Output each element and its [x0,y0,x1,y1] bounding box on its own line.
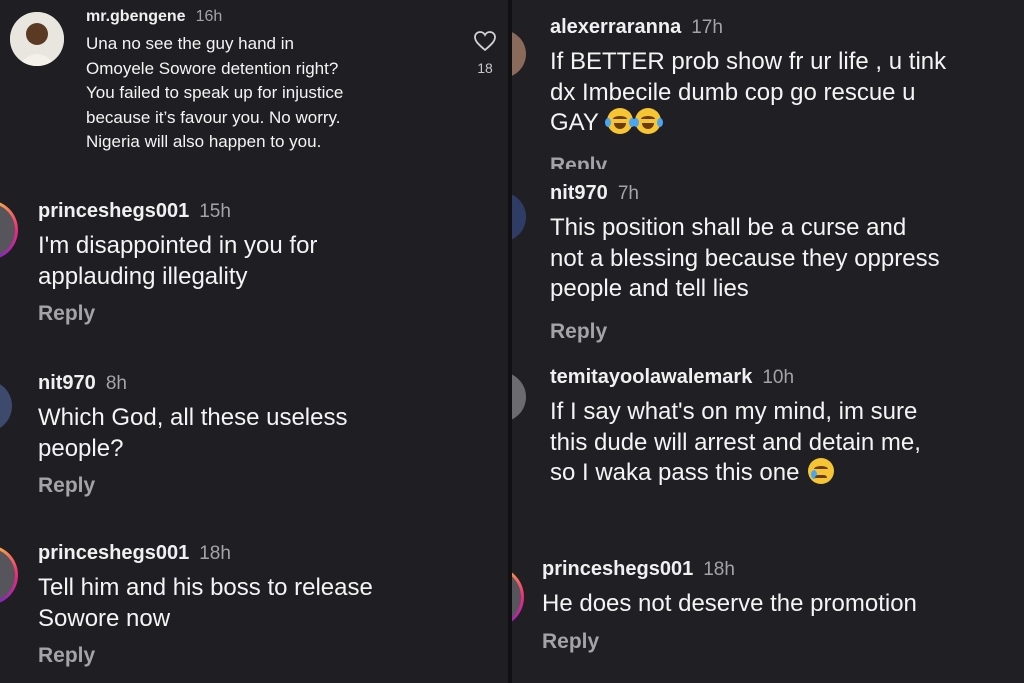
comment: princeshegs001 15h I'm disappointed in y… [38,200,498,326]
like-button[interactable]: 18 [473,30,497,76]
comment-text: If BETTER prob show fr ur life , u tink … [550,48,947,136]
reply-button[interactable]: Reply [38,474,95,498]
comment: mr.gbengene 16h Una no see the guy hand … [86,8,486,155]
comment-username[interactable]: alexerraranna [550,16,681,39]
reply-button[interactable]: Reply [38,302,95,326]
avatar[interactable] [512,192,526,242]
face-with-tears-of-joy-emoji [633,108,664,134]
reply-button[interactable]: Reply [38,644,95,668]
comment-username[interactable]: temitayoolawalemark [550,366,752,389]
comment-text: He does not deserve the promotion [542,590,917,617]
comment-text: If I say what's on my mind, im sure this… [550,398,921,486]
comment: nit970 7h This position shall be a curse… [550,182,1020,305]
profile-photo-icon [10,12,64,66]
crying-face-emoji [808,458,835,484]
reply-button[interactable]: Reply [550,154,607,169]
comment-timestamp: 18h [703,559,735,580]
comment-timestamp: 8h [105,373,127,394]
heart-icon [474,31,496,52]
comment-timestamp: 10h [762,367,795,388]
comment-username[interactable]: nit970 [550,182,608,205]
face-with-tears-of-joy-emoji [605,108,636,134]
comment: princeshegs001 18h He does not deserve t… [542,558,1022,654]
comment-username[interactable]: princeshegs001 [38,200,189,223]
comment: nit970 8h Which God, all these useless p… [38,372,498,498]
avatar[interactable] [10,12,64,66]
comment: alexerraranna 17h If BETTER prob show fr… [550,16,1020,139]
right-comment-panel: alexerraranna 17h If BETTER prob show fr… [512,0,1024,683]
avatar[interactable] [0,380,12,432]
reply-clip: Reply [550,320,607,344]
comment-username[interactable]: mr.gbengene [86,8,186,26]
comment-text: Tell him and his boss to release Sowore … [38,574,373,632]
comment-text: This position shall be a curse and not a… [550,214,940,302]
comment-text: Which God, all these useless people? [38,404,348,462]
comment: temitayoolawalemark 10h If I say what's … [550,366,1020,489]
comment-username[interactable]: princeshegs001 [38,542,189,565]
avatar[interactable] [512,566,524,628]
reply-button[interactable]: Reply [542,630,599,654]
comment-timestamp: 18h [199,543,231,564]
comment-timestamp: 16h [195,8,223,25]
like-count: 18 [477,60,493,76]
comment-text: Una no see the guy hand in Omoyele Sowor… [86,34,344,151]
comment-username[interactable]: princeshegs001 [542,558,693,581]
avatar[interactable] [512,372,526,422]
comment-timestamp: 7h [617,183,639,204]
comment-text: I'm disappointed in you for applauding i… [38,232,318,290]
avatar[interactable] [0,200,18,260]
left-comment-panel: mr.gbengene 16h Una no see the guy hand … [0,0,510,683]
comment-timestamp: 15h [199,201,231,222]
comment-username[interactable]: nit970 [38,372,96,395]
reply-button[interactable]: Reply [550,320,607,344]
avatar[interactable] [512,30,526,78]
comment: princeshegs001 18h Tell him and his boss… [38,542,498,668]
reply-clip: Reply [550,154,607,169]
comment-timestamp: 17h [691,17,723,38]
avatar[interactable] [0,545,18,605]
